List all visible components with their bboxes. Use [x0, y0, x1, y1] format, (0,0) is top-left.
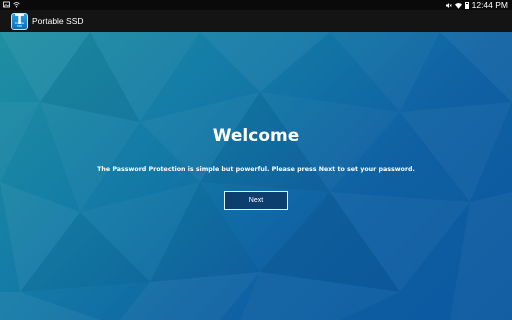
next-button[interactable]: Next: [224, 191, 288, 210]
status-left-icons: [3, 1, 20, 8]
status-right-icons: 12:44 PM: [445, 0, 508, 10]
welcome-message: The Password Protection is simple but po…: [97, 166, 415, 173]
app-logo-icon[interactable]: T Portable SSD: [11, 12, 28, 30]
status-bar: 12:44 PM: [0, 0, 512, 10]
mute-icon: [445, 2, 452, 9]
action-bar: T Portable SSD Portable SSD: [0, 10, 512, 32]
app-title: Portable SSD: [32, 16, 84, 26]
battery-icon: [464, 1, 469, 9]
welcome-screen: Welcome The Password Protection is simpl…: [0, 32, 512, 320]
wifi-signal-icon: [13, 1, 20, 8]
app-logo-caption: Portable SSD: [14, 21, 25, 28]
photo-icon: [3, 1, 10, 8]
wifi-icon: [454, 2, 462, 9]
welcome-title: Welcome: [212, 126, 300, 146]
status-time: 12:44 PM: [471, 0, 508, 10]
background-pattern: [0, 32, 512, 320]
